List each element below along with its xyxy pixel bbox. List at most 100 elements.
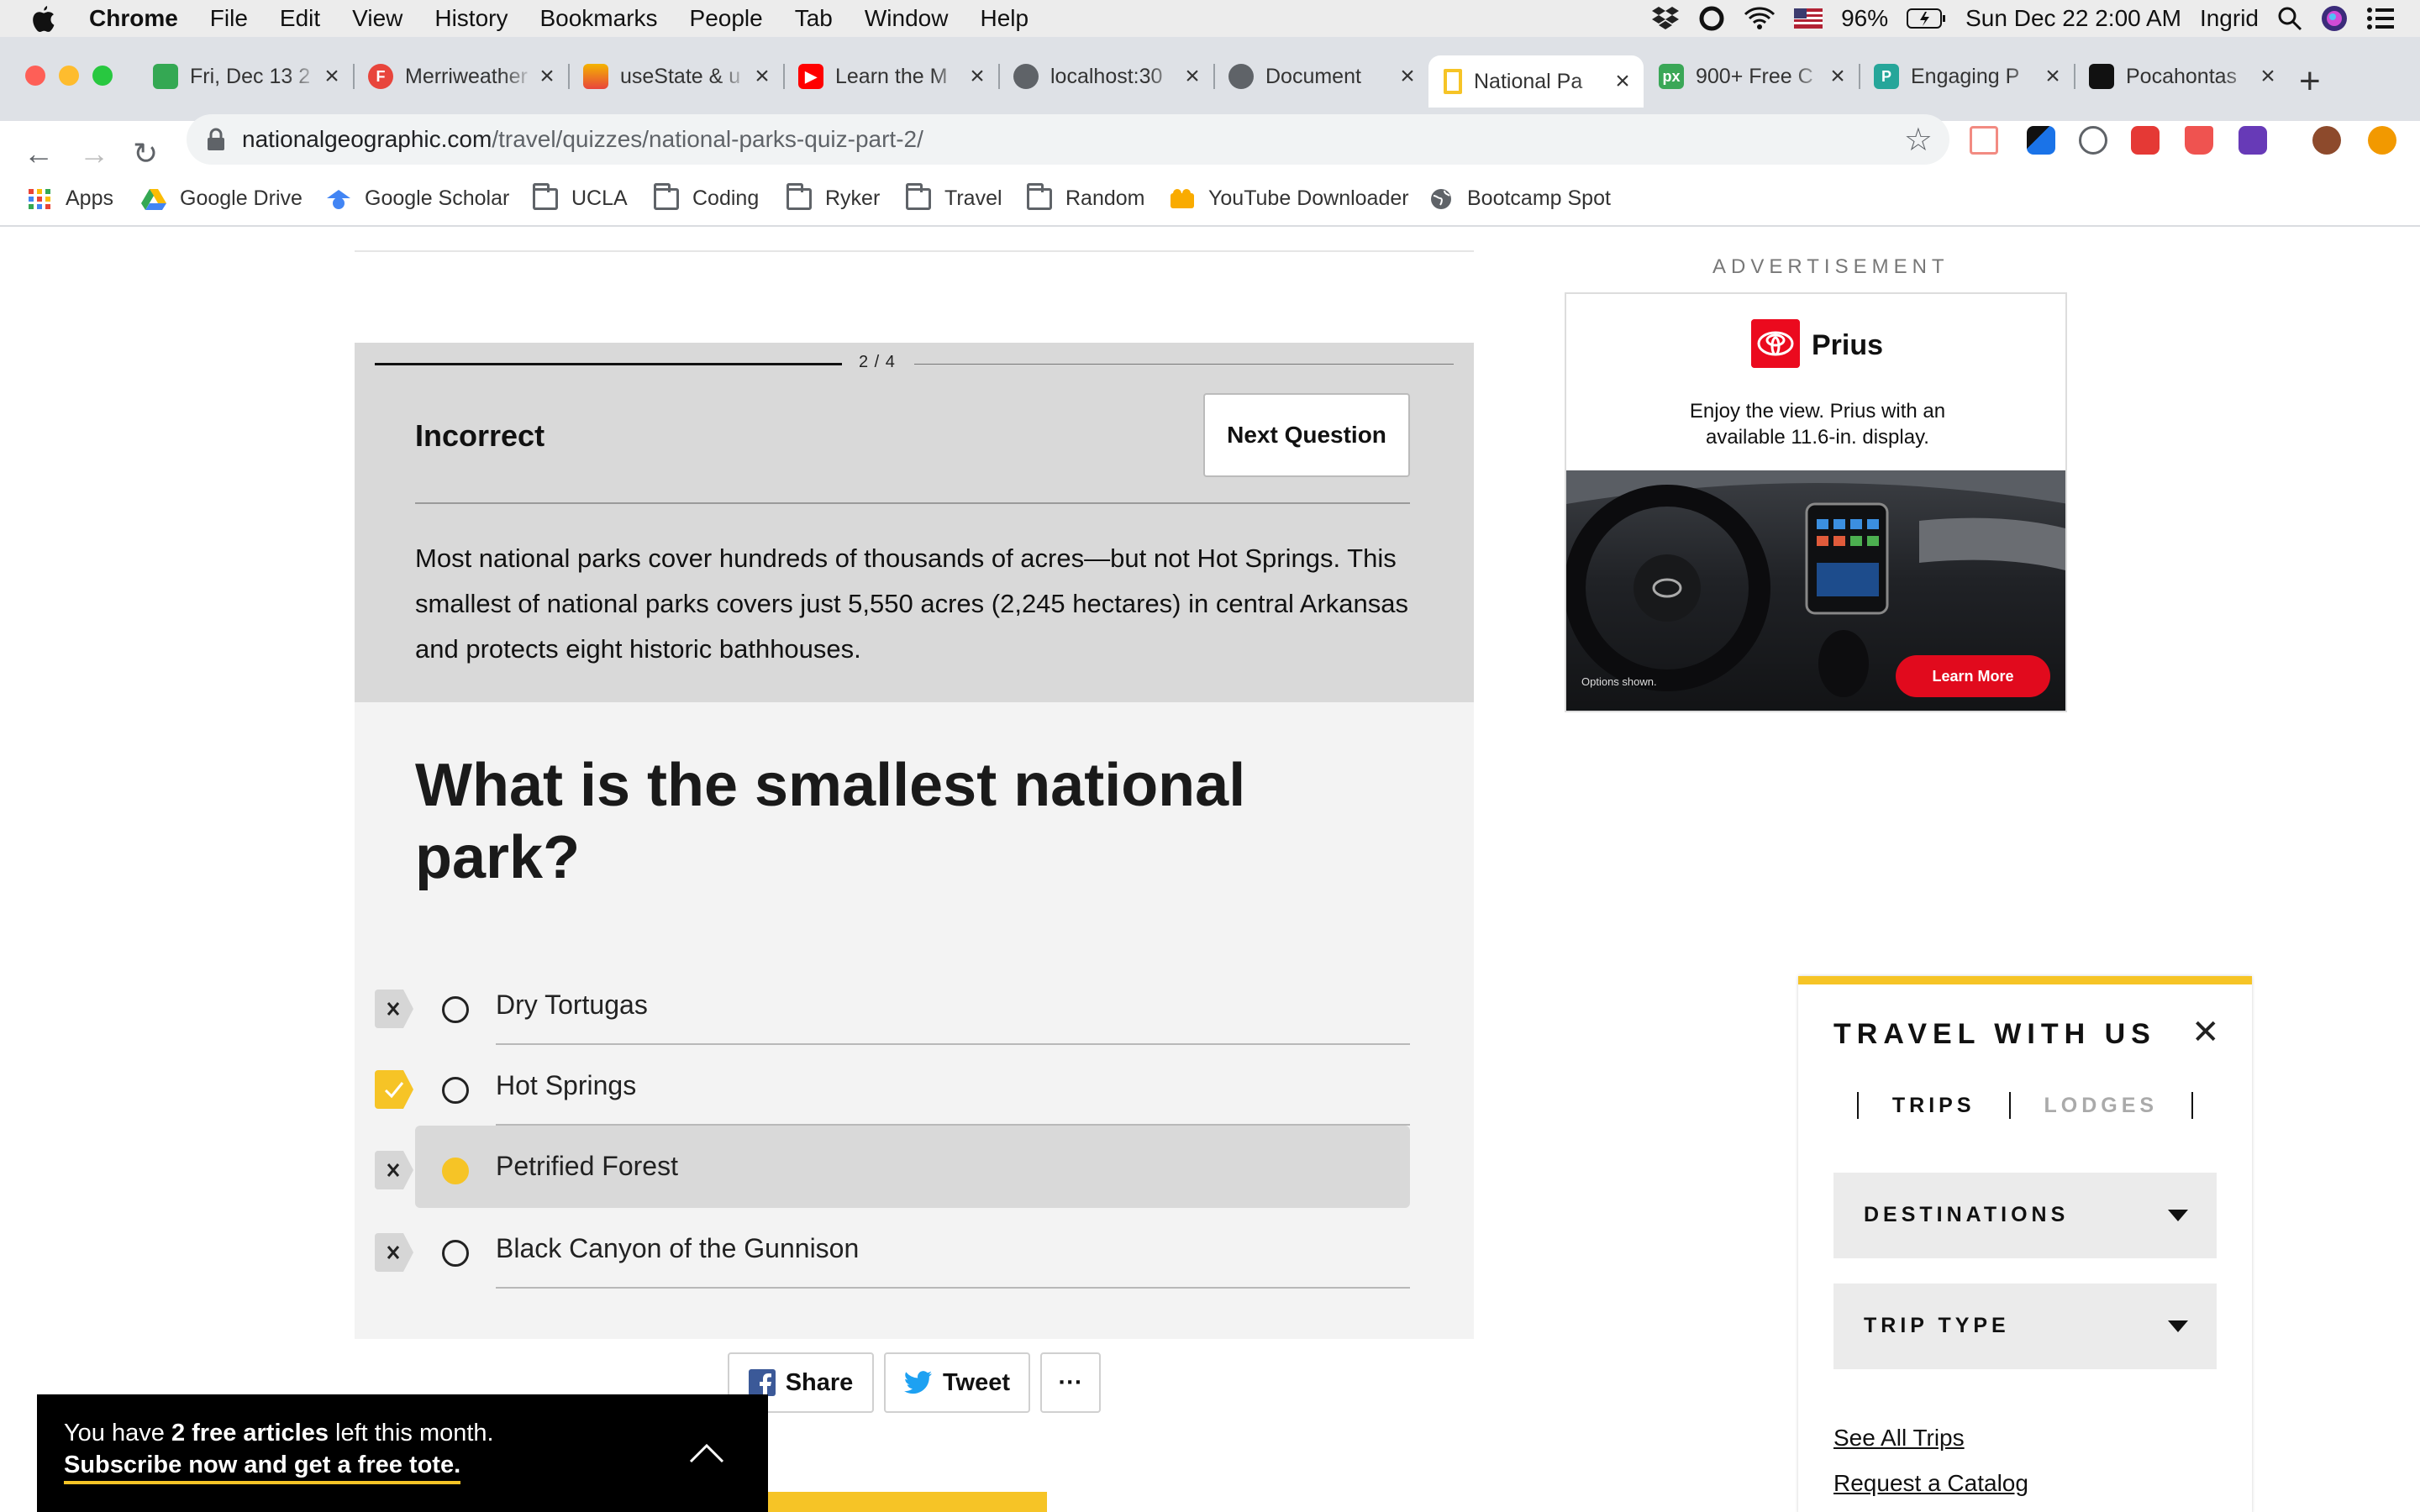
- circle-app-icon[interactable]: [1698, 5, 1725, 32]
- zoom-window-button[interactable]: [92, 66, 113, 86]
- answer-explanation: Most national parks cover hundreds of th…: [415, 543, 1409, 664]
- folder-icon: [786, 182, 812, 210]
- tab-youtube[interactable]: ▶ Learn the M ×: [783, 55, 1000, 97]
- ad-learn-more-button[interactable]: Learn More: [1896, 655, 2050, 697]
- profile-avatar[interactable]: [2312, 126, 2341, 155]
- subscribe-link[interactable]: Subscribe now and get a free tote.: [64, 1452, 461, 1484]
- close-tab-icon[interactable]: ×: [534, 62, 560, 91]
- bookmark-apps[interactable]: Apps: [27, 186, 113, 211]
- address-bar[interactable]: nationalgeographic.com/travel/quizzes/na…: [187, 114, 1949, 165]
- extension-cast-icon[interactable]: [1970, 126, 1998, 155]
- extension-eyedropper-icon[interactable]: [2027, 126, 2055, 155]
- menu-help[interactable]: Help: [980, 5, 1028, 32]
- bookmark-ucla[interactable]: UCLA: [533, 182, 628, 211]
- spotlight-search-icon[interactable]: [2277, 6, 2302, 31]
- extension-youtube-icon[interactable]: [2131, 126, 2160, 155]
- more-share-options-button[interactable]: ···: [1040, 1352, 1101, 1413]
- new-tab-button[interactable]: +: [2299, 60, 2321, 102]
- apple-icon[interactable]: [30, 4, 67, 33]
- answer-option[interactable]: Hot Springs: [355, 1045, 1474, 1126]
- request-catalog-link[interactable]: Request a Catalog: [1833, 1470, 2028, 1497]
- close-tab-icon[interactable]: ×: [1610, 67, 1635, 96]
- close-tab-icon[interactable]: ×: [2255, 62, 2281, 91]
- bookmark-star-icon[interactable]: ☆: [1904, 121, 1933, 159]
- tweet-button[interactable]: Tweet: [884, 1352, 1030, 1413]
- close-tab-icon[interactable]: ×: [319, 62, 345, 91]
- back-arrow-icon[interactable]: ←: [24, 136, 54, 171]
- bookmark-random[interactable]: Random: [1027, 182, 1145, 211]
- trip-type-dropdown[interactable]: TRIP TYPE: [1833, 1284, 2217, 1369]
- menubar-user[interactable]: Ingrid: [2200, 5, 2259, 32]
- answer-option[interactable]: Black Canyon of the Gunnison: [355, 1208, 1474, 1289]
- dropbox-icon[interactable]: [1651, 6, 1680, 31]
- tab-document[interactable]: Document ×: [1213, 55, 1428, 97]
- tab-national-parks[interactable]: National Pa ×: [1428, 55, 1644, 108]
- bookmark-ryker[interactable]: Ryker: [786, 182, 880, 211]
- reload-icon[interactable]: ↻: [133, 136, 158, 171]
- tab-localhost[interactable]: localhost:30 ×: [998, 55, 1215, 97]
- bookmark-youtube-downloader[interactable]: YouTube Downloader: [1170, 186, 1409, 211]
- answer-option[interactable]: Dry Tortugas: [355, 964, 1474, 1045]
- close-icon[interactable]: ✕: [2191, 1013, 2220, 1052]
- ad-tagline: Enjoy the view. Prius with an available …: [1689, 400, 1946, 449]
- bookmark-google-scholar[interactable]: Google Scholar: [326, 186, 509, 211]
- menu-edit[interactable]: Edit: [280, 5, 320, 32]
- bookmark-label: Google Scholar: [365, 186, 510, 210]
- web-page: 2 / 4 Incorrect Next Question Most natio…: [0, 227, 2420, 1512]
- extension-p-icon[interactable]: [2238, 126, 2267, 155]
- tab-lodges[interactable]: LODGES: [2044, 1094, 2159, 1118]
- lock-icon[interactable]: [207, 128, 225, 151]
- close-tab-icon[interactable]: ×: [2040, 62, 2065, 91]
- close-tab-icon[interactable]: ×: [1825, 62, 1850, 91]
- answer-option-selected[interactable]: Petrified Forest: [355, 1126, 1474, 1208]
- close-window-button[interactable]: [25, 66, 45, 86]
- chevron-up-icon[interactable]: [687, 1435, 726, 1473]
- update-icon[interactable]: [2368, 126, 2396, 155]
- tab-engaging[interactable]: P Engaging P ×: [1859, 55, 2075, 97]
- next-question-button[interactable]: Next Question: [1203, 393, 1410, 477]
- menu-history[interactable]: History: [434, 5, 508, 32]
- menu-tab[interactable]: Tab: [795, 5, 833, 32]
- bookmark-travel[interactable]: Travel: [906, 182, 1002, 211]
- advertisement-banner[interactable]: Prius Enjoy the view. Prius with an avai…: [1565, 292, 2067, 712]
- notification-center-icon[interactable]: [2366, 7, 2395, 30]
- destinations-dropdown[interactable]: DESTINATIONS: [1833, 1173, 2217, 1258]
- menu-people[interactable]: People: [690, 5, 763, 32]
- close-tab-icon[interactable]: ×: [965, 62, 990, 91]
- close-tab-icon[interactable]: ×: [750, 62, 775, 91]
- menu-view[interactable]: View: [352, 5, 402, 32]
- close-tab-icon[interactable]: ×: [1180, 62, 1205, 91]
- menubar-clock[interactable]: Sun Dec 22 2:00 AM: [1965, 5, 2181, 32]
- see-all-trips-link[interactable]: See All Trips: [1833, 1425, 1965, 1452]
- stackoverflow-favicon-icon: [583, 64, 608, 89]
- apps-grid-icon: [29, 188, 50, 209]
- bookmark-coding[interactable]: Coding: [654, 182, 759, 211]
- wifi-icon[interactable]: [1744, 6, 1776, 31]
- tab-pocahontas[interactable]: Pocahontas ×: [2074, 55, 2289, 97]
- radio-button-selected[interactable]: [442, 1158, 469, 1184]
- forward-arrow-icon[interactable]: →: [79, 136, 109, 171]
- extension-alert-icon[interactable]: [2185, 126, 2213, 155]
- tab-merriweather[interactable]: F Merriweather ×: [353, 55, 570, 97]
- tab-calendar[interactable]: Fri, Dec 13 2 ×: [138, 55, 355, 97]
- url-text[interactable]: nationalgeographic.com/travel/quizzes/na…: [242, 126, 923, 153]
- menu-app-name[interactable]: Chrome: [89, 5, 178, 32]
- radio-button[interactable]: [442, 1077, 469, 1104]
- battery-icon[interactable]: [1907, 8, 1947, 29]
- tab-usestate[interactable]: useState & u ×: [568, 55, 785, 97]
- tab-free-icons[interactable]: px 900+ Free C ×: [1644, 55, 1860, 97]
- menu-bookmarks[interactable]: Bookmarks: [539, 5, 657, 32]
- minimize-window-button[interactable]: [59, 66, 79, 86]
- tab-trips[interactable]: TRIPS: [1892, 1094, 1975, 1118]
- radio-button[interactable]: [442, 996, 469, 1023]
- globe-icon: [1431, 188, 1451, 209]
- bookmark-bootcamp-spot[interactable]: Bootcamp Spot: [1428, 186, 1611, 211]
- bookmark-google-drive[interactable]: Google Drive: [141, 186, 302, 211]
- us-flag-icon[interactable]: [1794, 8, 1823, 29]
- close-tab-icon[interactable]: ×: [1395, 62, 1420, 91]
- extension-code-icon[interactable]: [2079, 126, 2107, 155]
- radio-button[interactable]: [442, 1240, 469, 1267]
- menu-window[interactable]: Window: [865, 5, 949, 32]
- siri-icon[interactable]: [2321, 5, 2348, 32]
- menu-file[interactable]: File: [210, 5, 248, 32]
